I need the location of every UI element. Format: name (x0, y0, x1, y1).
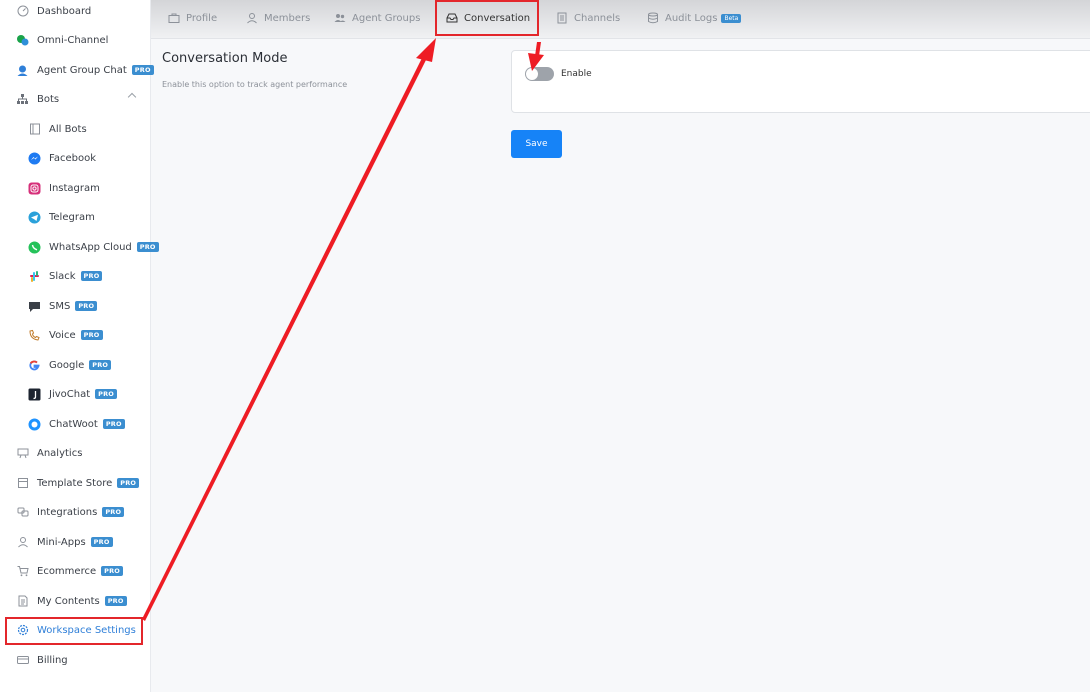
sidebar-item-integrations[interactable]: Integrations PRO (0, 498, 151, 526)
sidebar-item-slack[interactable]: Slack PRO (0, 262, 151, 290)
toggle-knob (526, 68, 538, 80)
pro-badge: PRO (136, 242, 159, 252)
analytics-icon (16, 447, 29, 460)
save-button[interactable]: Save (511, 130, 562, 158)
sidebar-item-mini-apps[interactable]: Mini-Apps PRO (0, 528, 151, 556)
chatwoot-icon (28, 418, 41, 431)
users-icon (334, 12, 346, 24)
sms-icon (28, 300, 41, 313)
pro-badge: PRO (80, 271, 103, 281)
sidebar-item-agent-group-chat[interactable]: Agent Group Chat PRO (0, 56, 154, 84)
messenger-icon (28, 152, 41, 165)
sidebar-item-billing[interactable]: Billing (0, 646, 151, 674)
database-icon (647, 12, 659, 24)
chevron-up-icon[interactable] (127, 92, 137, 102)
section-description: Enable this option to track agent perfor… (162, 80, 348, 89)
jivochat-icon (28, 388, 41, 401)
conversation-tab-highlight (435, 0, 539, 36)
agent-icon (16, 64, 29, 77)
enable-toggle[interactable] (525, 67, 554, 81)
template-store-icon (16, 477, 29, 490)
sidebar-item-dashboard[interactable]: Dashboard (0, 0, 151, 25)
pro-badge: PRO (89, 360, 112, 370)
instagram-icon (28, 182, 41, 195)
sidebar-item-analytics[interactable]: Analytics (0, 439, 151, 467)
pro-badge: PRO (102, 507, 125, 517)
sidebar-item-chatwoot[interactable]: ChatWoot PRO (0, 410, 151, 438)
sidebar-item-template-store[interactable]: Template Store PRO (0, 469, 151, 497)
tab-agent-groups[interactable]: Agent Groups (334, 0, 420, 36)
mini-apps-icon (16, 536, 29, 549)
workspace-settings-highlight (5, 617, 143, 645)
briefcase-icon (168, 12, 180, 24)
sidebar-item-my-contents[interactable]: My Contents PRO (0, 587, 151, 615)
voice-icon (28, 329, 41, 342)
toggle-label: Enable (561, 69, 592, 79)
sidebar-item-omni-channel[interactable]: Omni-Channel (0, 26, 151, 54)
sidebar-item-instagram[interactable]: Instagram (0, 174, 151, 202)
beta-badge: Beta (721, 13, 742, 23)
tab-audit-logs[interactable]: Audit Logs Beta (647, 0, 742, 36)
sidebar-item-bots[interactable]: Bots (0, 85, 151, 113)
sidebar-item-telegram[interactable]: Telegram (0, 203, 151, 231)
bots-icon (16, 93, 29, 106)
cart-icon (16, 565, 29, 578)
arrow-to-conversation-tab (142, 56, 427, 621)
telegram-icon (28, 211, 41, 224)
pro-badge: PRO (131, 65, 154, 75)
slack-icon (28, 270, 41, 283)
sidebar-item-jivochat[interactable]: JivoChat PRO (0, 380, 151, 408)
all-bots-icon (28, 123, 41, 136)
arrowhead-conversation-tab (416, 38, 436, 62)
user-icon (246, 12, 258, 24)
settings-card (511, 50, 1090, 113)
sidebar-item-whatsapp-cloud[interactable]: WhatsApp Cloud PRO (0, 233, 159, 261)
pro-badge: PRO (102, 419, 125, 429)
sidebar: Dashboard Omni-Channel Agent Group Chat … (0, 0, 159, 692)
whatsapp-icon (28, 241, 41, 254)
tab-profile[interactable]: Profile (168, 0, 217, 36)
pro-badge: PRO (75, 301, 98, 311)
channels-icon (556, 12, 568, 24)
google-icon (28, 359, 41, 372)
pro-badge: PRO (95, 389, 118, 399)
document-icon (16, 595, 29, 608)
billing-icon (16, 654, 29, 667)
sidebar-item-ecommerce[interactable]: Ecommerce PRO (0, 557, 151, 585)
tab-channels[interactable]: Channels (556, 0, 620, 36)
sidebar-item-google[interactable]: Google PRO (0, 351, 151, 379)
sidebar-item-sms[interactable]: SMS PRO (0, 292, 151, 320)
sidebar-item-facebook[interactable]: Facebook (0, 144, 151, 172)
tab-members[interactable]: Members (246, 0, 310, 36)
page-title: Conversation Mode (162, 51, 288, 66)
pro-badge: PRO (104, 596, 127, 606)
pro-badge: PRO (117, 478, 140, 488)
integrations-icon (16, 506, 29, 519)
sidebar-item-voice[interactable]: Voice PRO (0, 321, 151, 349)
dashboard-icon (16, 5, 29, 18)
pro-badge: PRO (80, 330, 103, 340)
sidebar-item-all-bots[interactable]: All Bots (0, 115, 151, 143)
omni-channel-icon (16, 34, 29, 47)
pro-badge: PRO (101, 566, 124, 576)
pro-badge: PRO (90, 537, 113, 547)
